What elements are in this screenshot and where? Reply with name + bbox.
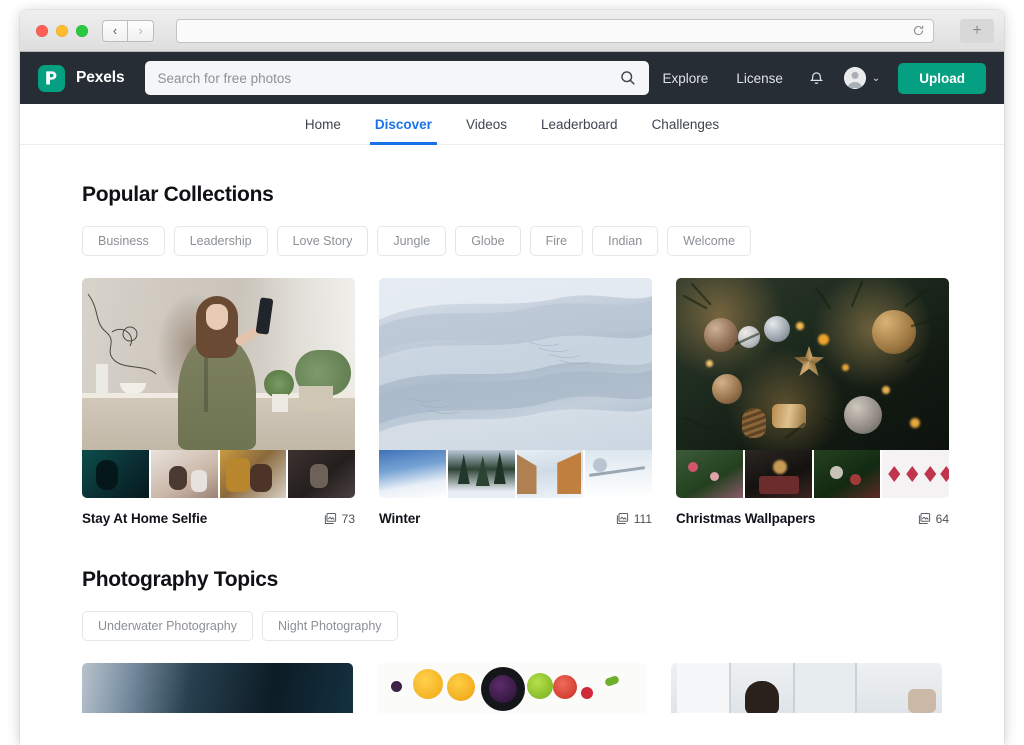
collection-hero-image[interactable]: [82, 278, 355, 450]
new-tab-button[interactable]: +: [960, 19, 994, 43]
avatar[interactable]: [843, 67, 866, 89]
tab-discover[interactable]: Discover: [358, 104, 449, 145]
browser-window: ‹ › + Pexels Search for free photos Expl…: [20, 10, 1004, 745]
collection-thumbnail-strip[interactable]: [82, 450, 355, 498]
topic-card[interactable]: [82, 663, 353, 713]
tag-underwater-photography[interactable]: Underwater Photography: [82, 611, 253, 641]
maximize-window-button[interactable]: [76, 24, 88, 37]
thumbnail[interactable]: [82, 450, 149, 498]
collection-card-footer: Winter 111: [379, 511, 652, 526]
collection-title[interactable]: Stay At Home Selfie: [82, 511, 207, 526]
collection-title[interactable]: Winter: [379, 511, 420, 526]
collection-photo-count: 111: [616, 512, 652, 526]
search-input[interactable]: Search for free photos: [158, 71, 620, 86]
collection-hero-image[interactable]: [676, 278, 949, 450]
tag-night-photography[interactable]: Night Photography: [261, 611, 398, 641]
pexels-logo[interactable]: Pexels: [38, 64, 125, 92]
tag-fire[interactable]: Fire: [529, 226, 584, 256]
collection-card-list: Stay At Home Selfie 73 Winter 111 Christ…: [82, 278, 949, 526]
main-content: Popular Collections Business Leadership …: [20, 145, 1004, 745]
tag-indian[interactable]: Indian: [592, 226, 659, 256]
thumbnail[interactable]: [447, 450, 515, 498]
collection-title[interactable]: Christmas Wallpapers: [676, 511, 815, 526]
topic-card[interactable]: [671, 663, 943, 713]
topic-card-list: [82, 663, 943, 713]
collection-thumbnail-strip[interactable]: [676, 450, 949, 498]
thumbnail[interactable]: [516, 450, 584, 498]
tab-home[interactable]: Home: [288, 104, 358, 145]
thumbnail[interactable]: [585, 450, 652, 498]
photo-count-value: 73: [341, 511, 355, 526]
close-window-button[interactable]: [36, 24, 48, 37]
search-icon[interactable]: [620, 70, 636, 86]
collection-card[interactable]: Stay At Home Selfie 73: [82, 278, 355, 526]
thumbnail[interactable]: [219, 450, 287, 498]
reload-icon[interactable]: [912, 24, 925, 39]
thumbnail[interactable]: [288, 450, 355, 498]
photography-topics-title: Photography Topics: [82, 568, 279, 591]
minimize-window-button[interactable]: [56, 24, 68, 37]
pexels-logo-text: Pexels: [76, 69, 125, 86]
window-controls: [36, 24, 88, 37]
collection-hero-image[interactable]: [379, 278, 652, 450]
thumbnail[interactable]: [882, 450, 949, 498]
photo-count-value: 111: [633, 511, 652, 526]
address-bar[interactable]: [176, 19, 934, 43]
tag-welcome[interactable]: Welcome: [667, 226, 752, 256]
collection-tag-list: Business Leadership Love Story Jungle Gl…: [82, 226, 942, 256]
search-bar[interactable]: Search for free photos: [144, 61, 649, 95]
notifications-bell-icon[interactable]: [797, 70, 836, 86]
tab-videos[interactable]: Videos: [449, 104, 524, 145]
user-menu[interactable]: ⌄: [836, 67, 886, 89]
photo-count-value: 64: [935, 511, 949, 526]
thumbnail[interactable]: [744, 450, 812, 498]
header-actions: Explore License ⌄ Upload: [649, 62, 986, 94]
thumbnail[interactable]: [676, 450, 743, 498]
thumbnail[interactable]: [150, 450, 218, 498]
primary-tabs: Home Discover Videos Leaderboard Challen…: [20, 104, 1004, 145]
upload-button[interactable]: Upload: [898, 62, 986, 94]
collection-card-footer: Christmas Wallpapers 64: [676, 511, 949, 526]
photo-stack-icon: [918, 512, 931, 525]
collection-photo-count: 73: [324, 512, 355, 526]
photo-stack-icon: [324, 512, 337, 525]
back-button[interactable]: ‹: [102, 19, 128, 42]
popular-collections-title: Popular Collections: [82, 183, 274, 206]
tag-globe[interactable]: Globe: [455, 226, 521, 256]
forward-button[interactable]: ›: [128, 19, 154, 42]
collection-card-footer: Stay At Home Selfie 73: [82, 511, 355, 526]
tag-business[interactable]: Business: [82, 226, 165, 256]
tab-challenges[interactable]: Challenges: [635, 104, 737, 145]
tab-leaderboard[interactable]: Leaderboard: [524, 104, 635, 145]
explore-link[interactable]: Explore: [649, 71, 723, 86]
collection-card[interactable]: Winter 111: [379, 278, 652, 526]
pexels-logo-icon: [38, 64, 65, 92]
browser-titlebar: ‹ › +: [20, 10, 1004, 52]
topic-tag-list: Underwater Photography Night Photography: [82, 611, 942, 641]
collection-card[interactable]: Christmas Wallpapers 64: [676, 278, 949, 526]
collection-thumbnail-strip[interactable]: [379, 450, 652, 498]
tag-leadership[interactable]: Leadership: [173, 226, 268, 256]
thumbnail[interactable]: [813, 450, 881, 498]
topic-card[interactable]: [376, 663, 648, 713]
photo-stack-icon: [616, 512, 629, 525]
tag-jungle[interactable]: Jungle: [377, 226, 447, 256]
thumbnail[interactable]: [379, 450, 446, 498]
site-header: Pexels Search for free photos Explore Li…: [20, 52, 1004, 104]
navigation-buttons: ‹ ›: [102, 19, 154, 42]
collection-photo-count: 64: [918, 512, 949, 526]
license-link[interactable]: License: [722, 71, 797, 86]
chevron-down-icon[interactable]: ⌄: [872, 73, 880, 84]
tag-love-story[interactable]: Love Story: [276, 226, 369, 256]
